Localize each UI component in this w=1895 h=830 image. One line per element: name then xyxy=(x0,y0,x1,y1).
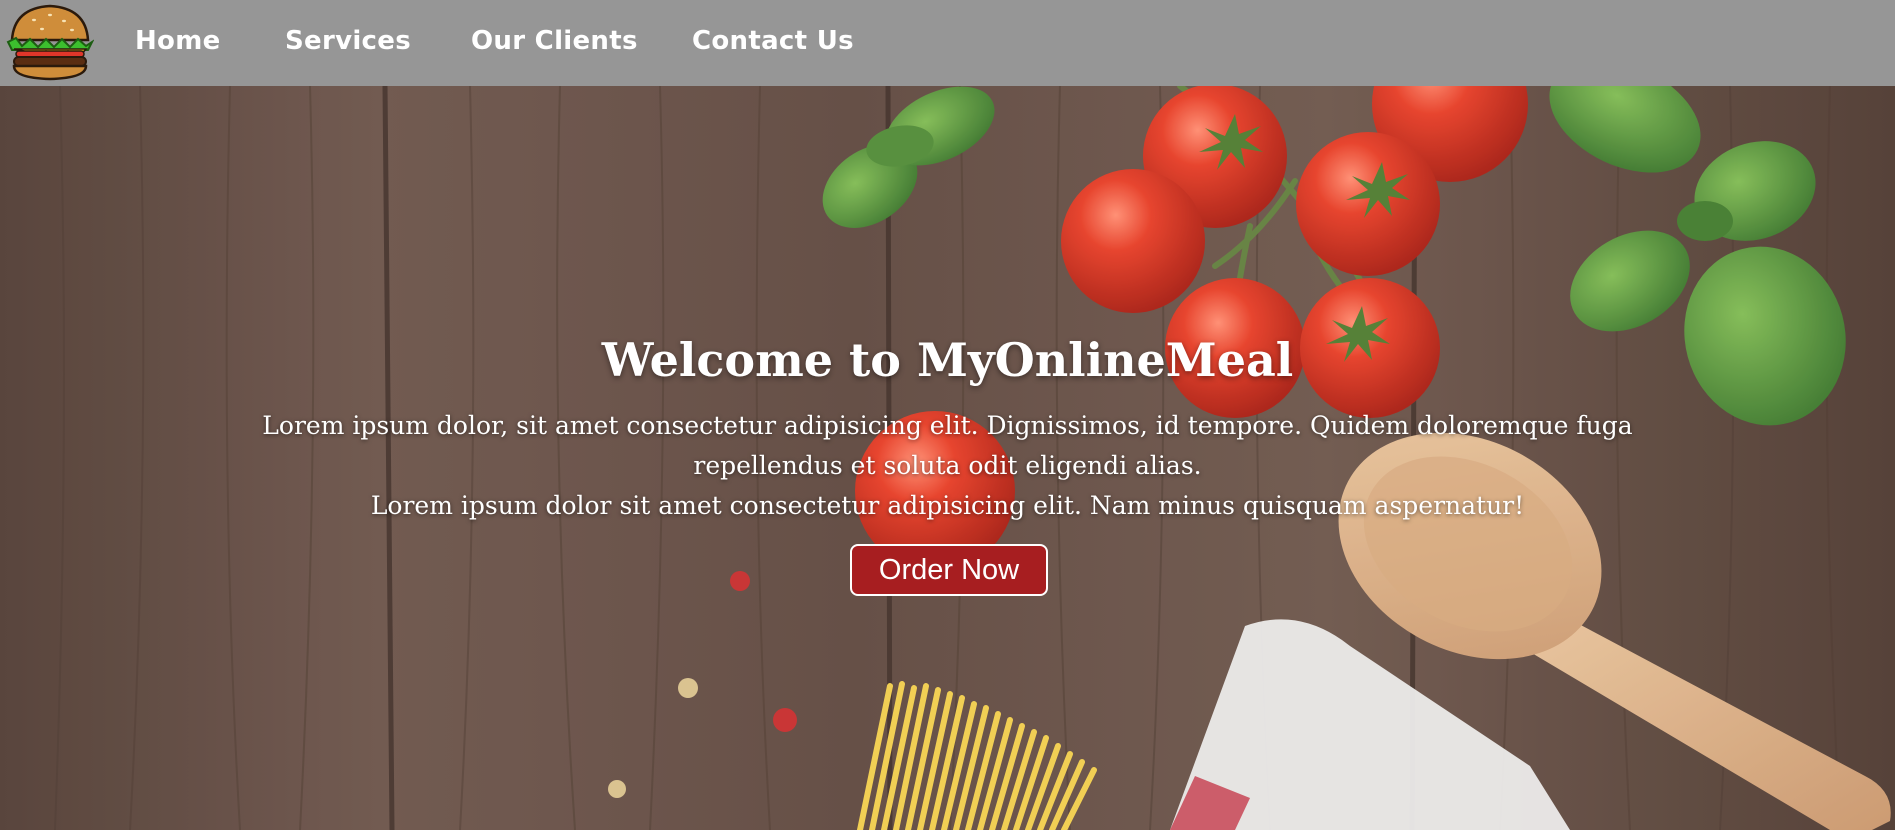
top-navbar: Home Services Our Clients Contact Us xyxy=(0,0,1895,86)
nav-link-home[interactable]: Home xyxy=(135,25,221,57)
hero-title: Welcome to MyOnlineMeal xyxy=(601,333,1294,387)
order-now-button[interactable]: Order Now xyxy=(850,544,1048,596)
burger-logo-icon[interactable] xyxy=(6,2,94,82)
hero-description-line-1: Lorem ipsum dolor, sit amet consectetur … xyxy=(262,411,1633,480)
nav-link-contact[interactable]: Contact Us xyxy=(692,25,854,57)
hero-description: Lorem ipsum dolor, sit amet consectetur … xyxy=(250,406,1645,526)
nav-link-services[interactable]: Services xyxy=(285,25,411,57)
nav-link-clients[interactable]: Our Clients xyxy=(471,25,638,57)
hero-description-line-2: Lorem ipsum dolor sit amet consectetur a… xyxy=(370,491,1525,520)
hero-section: Welcome to MyOnlineMeal Lorem ipsum dolo… xyxy=(0,86,1895,830)
